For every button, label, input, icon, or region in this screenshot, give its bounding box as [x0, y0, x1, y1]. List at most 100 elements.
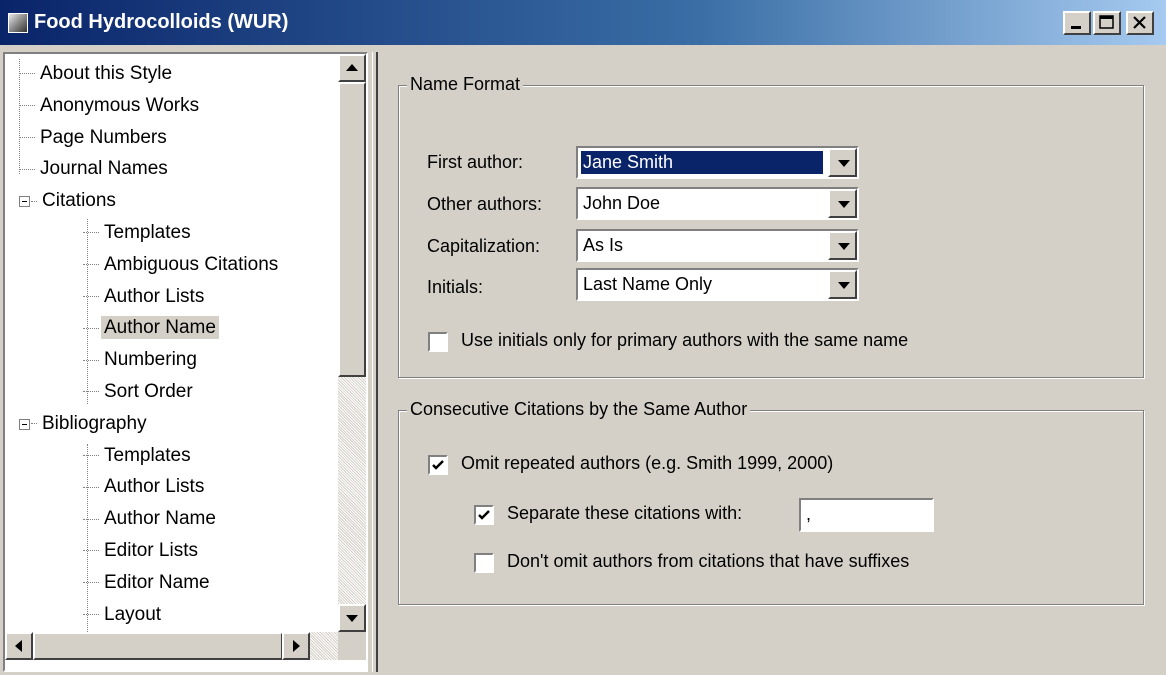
- tree-connector: [83, 518, 99, 520]
- maximize-button[interactable]: [1093, 11, 1121, 35]
- tree-item-label: Sort Order: [104, 381, 193, 402]
- title-bar[interactable]: Food Hydrocolloids (WUR): [0, 0, 1166, 45]
- tree-item[interactable]: Templates: [83, 441, 194, 471]
- tree-connector: [31, 423, 37, 425]
- tree-item[interactable]: Editor Name: [83, 568, 213, 598]
- tree-item[interactable]: Page Numbers: [19, 123, 170, 153]
- use-initials-label[interactable]: Use initials only for primary authors wi…: [461, 330, 908, 351]
- initials-label: Initials:: [427, 277, 484, 297]
- tree-item-label: Templates: [104, 444, 191, 466]
- tree-item-label: Author Lists: [104, 476, 205, 498]
- separate-citations-checkbox[interactable]: [474, 505, 494, 525]
- initials-dropdown-button[interactable]: [828, 270, 857, 299]
- tree-item[interactable]: About this Style: [19, 59, 175, 89]
- tree-connector: [19, 137, 35, 139]
- tree-connector: [83, 327, 99, 329]
- tree-item[interactable]: Citations: [19, 186, 119, 216]
- arrow-down-icon: [346, 615, 358, 622]
- style-tree[interactable]: About this Style Anonymous Works Page Numb…: [3, 52, 368, 672]
- tree-item-label: Editor Name: [104, 571, 210, 593]
- use-initials-checkbox[interactable]: [428, 332, 448, 352]
- omit-repeated-checkbox[interactable]: [428, 455, 448, 475]
- close-icon: [1133, 16, 1146, 29]
- tree-item-label: Ambiguous Citations: [104, 253, 279, 275]
- chevron-down-icon: [838, 160, 850, 167]
- omit-repeated-label[interactable]: Omit repeated authors (e.g. Smith 1999, …: [461, 453, 833, 474]
- tree-item-label: Journal Names: [40, 158, 168, 180]
- initials-select[interactable]: Last Name Only: [576, 268, 859, 301]
- other-authors-value: John Doe: [583, 193, 661, 213]
- capitalization-select[interactable]: As Is: [576, 229, 859, 262]
- separator-input[interactable]: ,: [799, 498, 934, 532]
- tree-item[interactable]: Editor Lists: [83, 536, 201, 566]
- checkmark-icon: [432, 460, 444, 470]
- tree-connector: [83, 550, 99, 552]
- app-icon[interactable]: [8, 13, 28, 33]
- tree-item-label: Editor Lists: [104, 540, 198, 561]
- capitalization-label: Capitalization:: [427, 236, 541, 256]
- tree-connector: [83, 359, 99, 361]
- tree-item-label: Templates: [104, 222, 191, 243]
- tree-connector: [83, 455, 99, 457]
- tree-item-label: Bibliography: [42, 412, 147, 434]
- separate-citations-label[interactable]: Separate these citations with:: [507, 503, 742, 524]
- consecutive-citations-legend: Consecutive Citations by the Same Author: [407, 399, 751, 420]
- tree-horizontal-scrollbar[interactable]: [5, 632, 338, 660]
- tree-connector: [31, 200, 37, 202]
- tree-item[interactable]: Sort Order: [83, 377, 196, 407]
- collapse-icon[interactable]: [19, 196, 30, 208]
- tree-item-label: Citations: [42, 190, 116, 212]
- tree-item[interactable]: Numbering: [83, 345, 200, 375]
- tree-item[interactable]: Bibliography: [19, 409, 150, 439]
- tree-item[interactable]: Templates: [83, 218, 194, 248]
- scroll-thumb[interactable]: [338, 82, 366, 377]
- first-author-dropdown-button[interactable]: [828, 148, 857, 177]
- other-authors-dropdown-button[interactable]: [828, 189, 857, 218]
- close-button[interactable]: [1126, 11, 1154, 35]
- tree-connector: [87, 219, 88, 404]
- minimize-button[interactable]: [1063, 11, 1091, 35]
- checkmark-icon: [478, 510, 490, 520]
- tree-connector: [19, 168, 35, 170]
- tree-connector: [83, 614, 99, 616]
- tree-item-label: Author Lists: [104, 285, 205, 307]
- initials-value: Last Name Only: [583, 274, 713, 294]
- capitalization-value: As Is: [583, 235, 624, 255]
- scroll-up-button[interactable]: [338, 54, 366, 82]
- separator-value: ,: [806, 504, 812, 524]
- collapse-icon[interactable]: [19, 418, 30, 430]
- pane-splitter[interactable]: [372, 52, 378, 672]
- scroll-down-button[interactable]: [338, 604, 366, 632]
- tree-item-label: About this Style: [40, 63, 173, 84]
- tree-item-label: Author Name: [101, 316, 219, 340]
- other-authors-select[interactable]: John Doe: [576, 187, 859, 220]
- tree-item[interactable]: Layout: [83, 600, 164, 630]
- tree-vertical-scrollbar[interactable]: [338, 54, 366, 632]
- tree-item-label: Page Numbers: [40, 126, 167, 148]
- tree-item[interactable]: Author Lists: [83, 282, 207, 312]
- dont-omit-suffixes-label[interactable]: Don't omit authors from citations that h…: [507, 551, 909, 572]
- scroll-left-button[interactable]: [5, 632, 33, 660]
- tree-connector: [19, 73, 35, 75]
- tree-item-label: Numbering: [104, 349, 197, 371]
- scroll-right-button[interactable]: [282, 632, 310, 660]
- arrow-left-icon: [15, 640, 22, 652]
- tree-item[interactable]: Author Name: [83, 313, 219, 343]
- dont-omit-suffixes-checkbox[interactable]: [474, 553, 494, 573]
- first-author-select[interactable]: Jane Smith: [576, 146, 859, 179]
- tree-connector: [83, 264, 99, 266]
- h-scroll-thumb[interactable]: [33, 632, 283, 660]
- tree-connector: [83, 391, 99, 393]
- tree-item[interactable]: Journal Names: [19, 154, 171, 184]
- tree-item[interactable]: Author Lists: [83, 472, 207, 502]
- window-title: Food Hydrocolloids (WUR): [34, 11, 289, 33]
- chevron-down-icon: [838, 201, 850, 208]
- tree-item[interactable]: Ambiguous Citations: [83, 250, 281, 280]
- tree-connector: [19, 59, 20, 174]
- tree-connector: [87, 444, 88, 634]
- capitalization-dropdown-button[interactable]: [828, 231, 857, 260]
- other-authors-label: Other authors:: [427, 194, 543, 214]
- chevron-down-icon: [838, 282, 850, 289]
- tree-item[interactable]: Author Name: [83, 504, 219, 534]
- tree-item[interactable]: Anonymous Works: [19, 91, 202, 121]
